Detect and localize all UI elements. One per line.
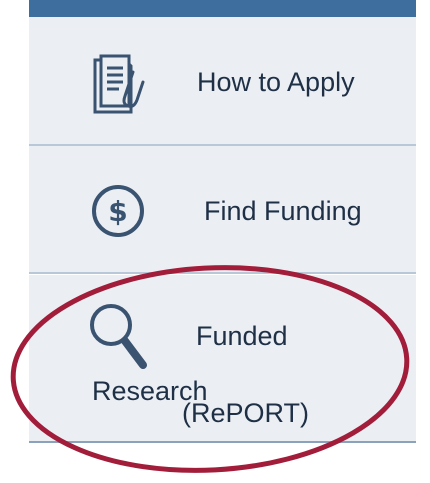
divider bbox=[29, 441, 416, 443]
nav-item-funded-research[interactable]: Funded Research (RePORT) bbox=[29, 275, 416, 441]
nav-item-label-line3: (RePORT) bbox=[182, 398, 310, 428]
nav-item-find-funding[interactable]: $ Find Funding bbox=[29, 146, 416, 274]
nav-item-how-to-apply[interactable]: How to Apply bbox=[29, 17, 416, 145]
document-paperclip-icon bbox=[89, 54, 147, 123]
divider bbox=[29, 272, 416, 274]
dollar-circle-icon: $ bbox=[90, 183, 146, 244]
nav-top-bar bbox=[29, 0, 416, 17]
svg-text:$: $ bbox=[108, 195, 127, 228]
sidebar-nav: How to Apply $ Find Funding Funded Resea… bbox=[0, 0, 416, 483]
nav-item-label: Find Funding bbox=[204, 196, 362, 226]
nav-item-label: How to Apply bbox=[197, 67, 355, 97]
magnifier-icon bbox=[87, 301, 151, 378]
nav-item-label-line1: Funded bbox=[196, 321, 288, 351]
